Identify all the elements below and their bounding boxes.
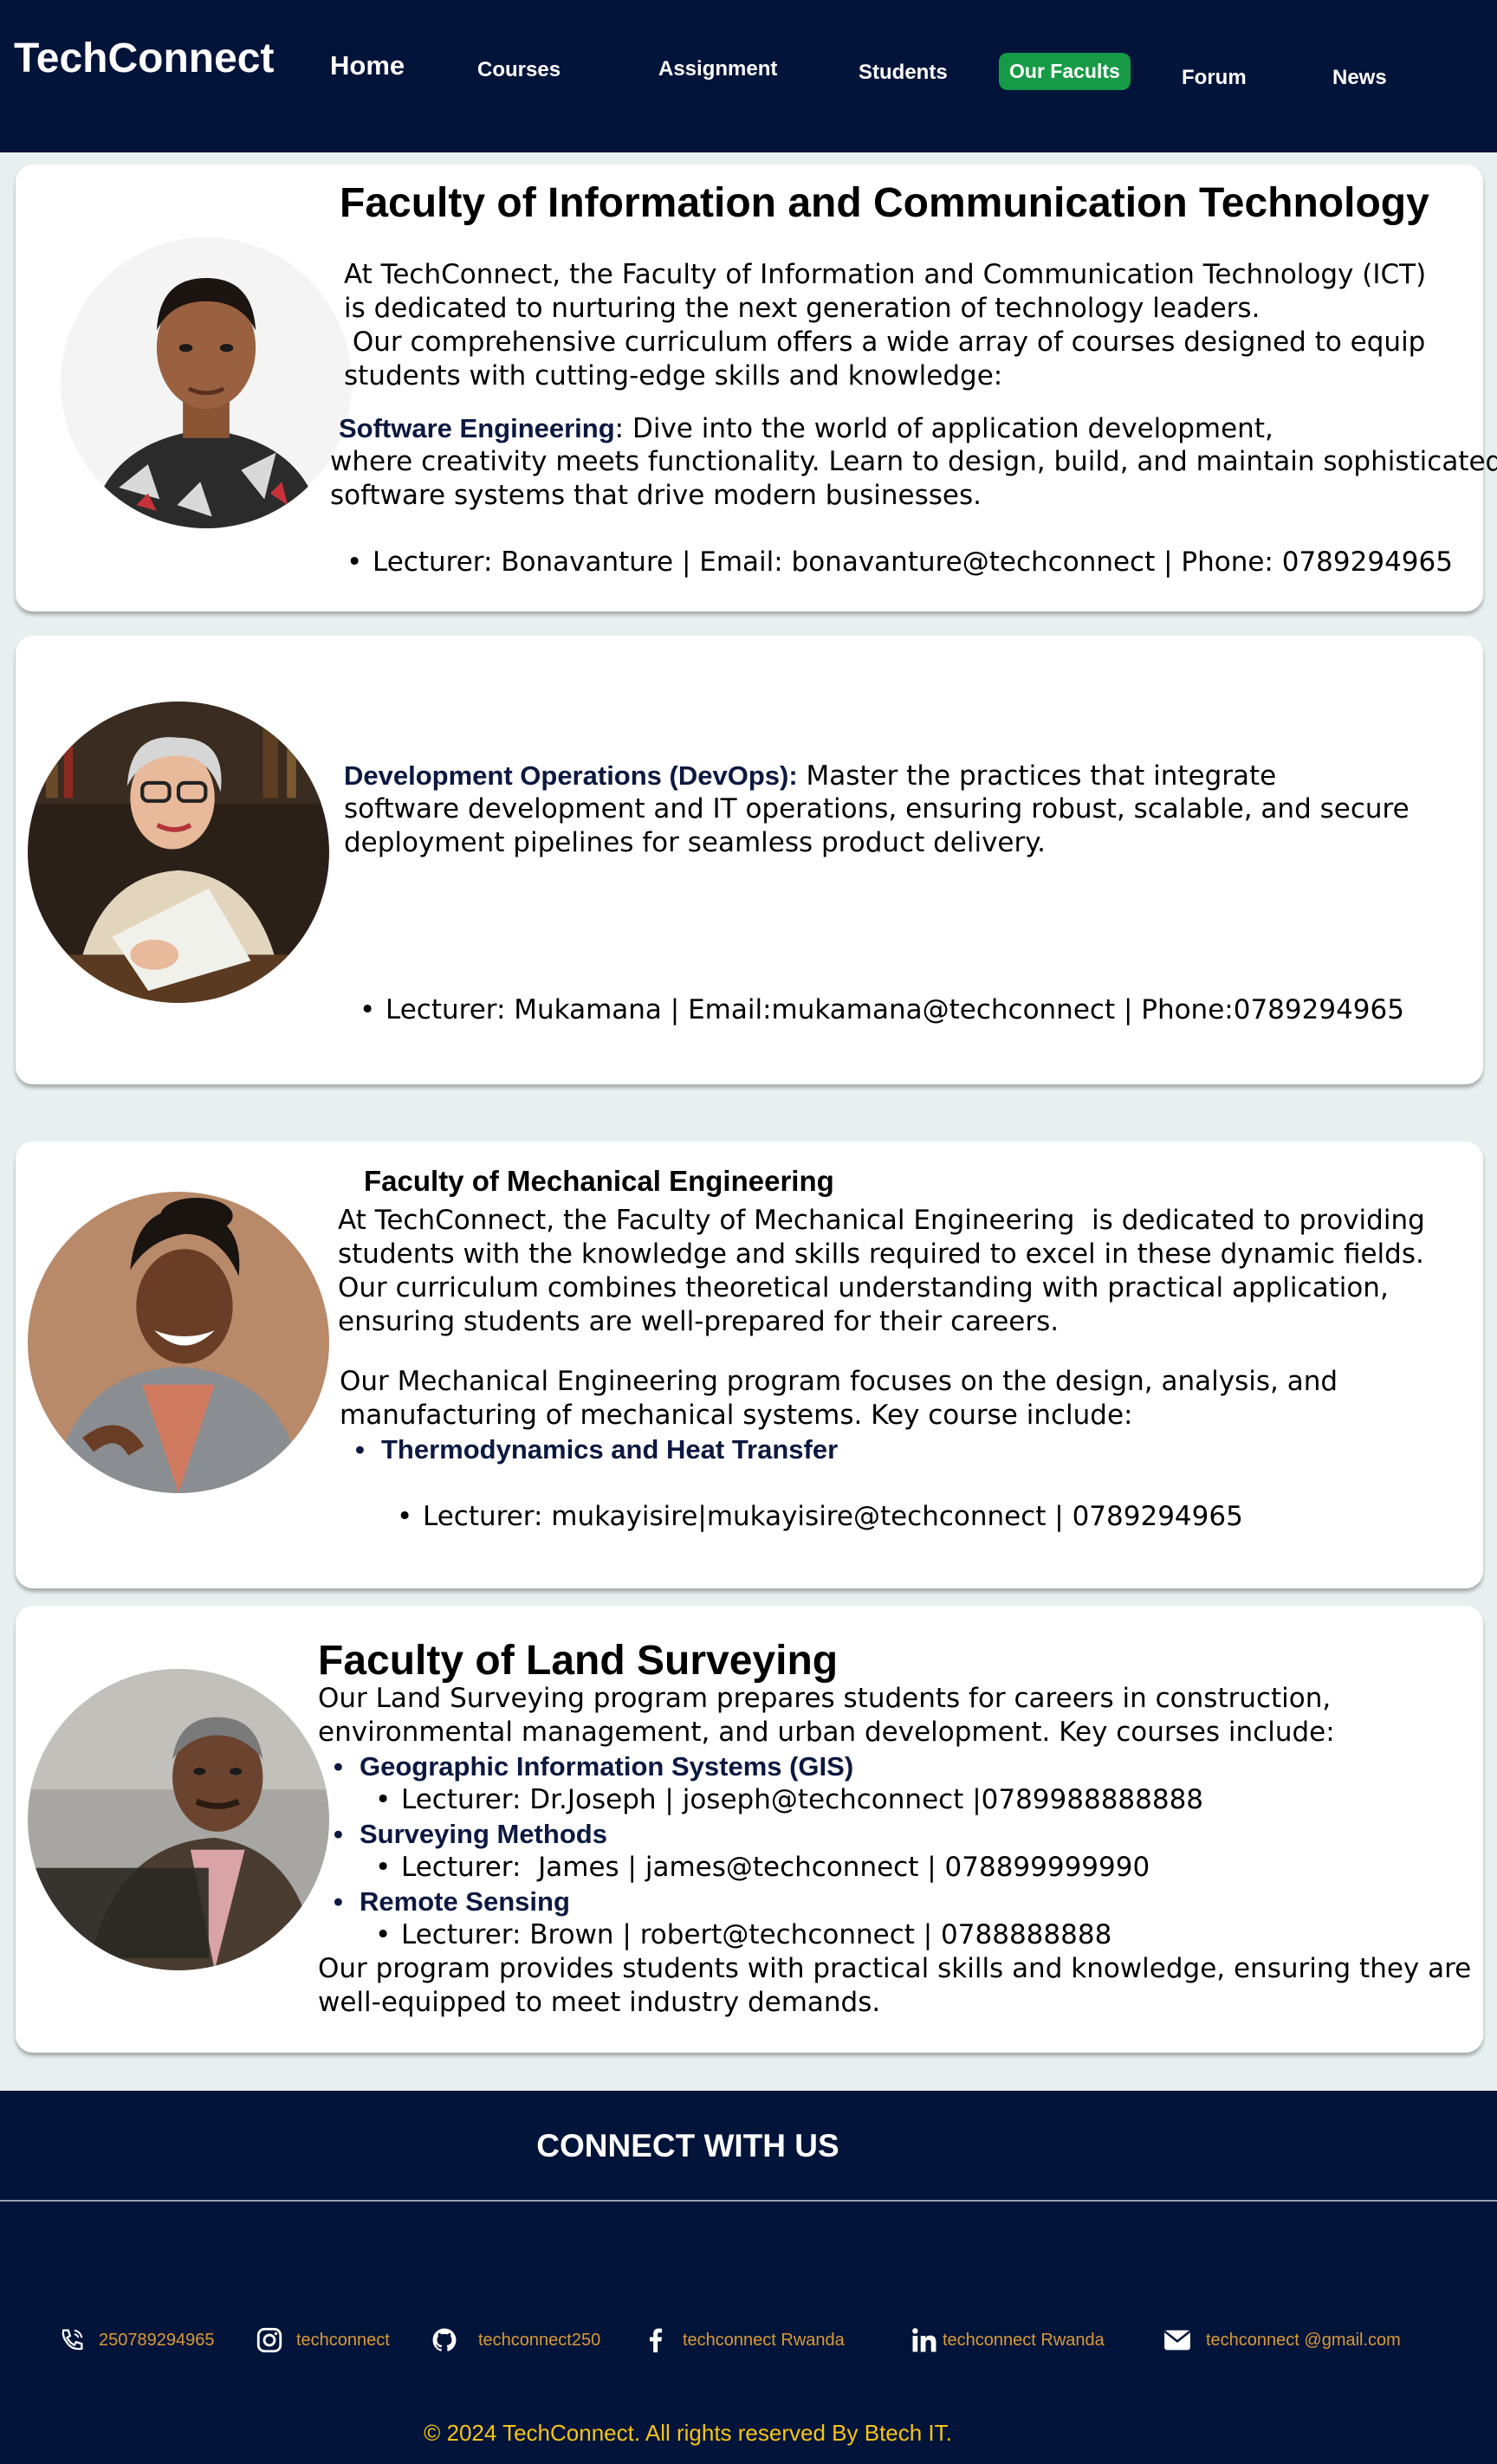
lecturer-info-bonavanture: Lecturer: Bonavanture | Email: bonavantu… [347, 546, 1453, 579]
course-name-software-engineering: Software Engineering [339, 413, 615, 443]
footer-divider [0, 2200, 1497, 2202]
faculty-card-devops: Development Operations (DevOps): Master … [16, 636, 1483, 1084]
course-name-remote-sensing: Remote Sensing [334, 1885, 570, 1918]
footer-instagram-text: techconnect [296, 2330, 390, 2350]
nav-link-assignment[interactable]: Assignment [658, 57, 777, 81]
footer-facebook-link[interactable]: techconnect Rwanda [641, 2325, 845, 2356]
ict-course-line-1: Software Engineering: Dive into the worl… [339, 411, 1273, 446]
footer-title: CONNECT WITH US [536, 2128, 839, 2163]
ict-intro-line-4: students with cutting-edge skills and kn… [344, 360, 1003, 391]
footer-phone-text: 250789294965 [99, 2330, 215, 2350]
lecturer-photo-mukamana [28, 702, 329, 1003]
faculty-card-mechanical: Faculty of Mechanical Engineering At Tec… [16, 1141, 1483, 1588]
nav-link-news[interactable]: News [1332, 66, 1387, 90]
portrait-illustration [28, 702, 329, 1003]
faculty-card-ict: Faculty of Information and Communication… [16, 165, 1497, 611]
instagram-icon [256, 2327, 282, 2353]
devops-course-line-1: Development Operations (DevOps): Master … [344, 759, 1276, 793]
course-name-thermodynamics: Thermodynamics and Heat Transfer [355, 1432, 838, 1466]
portrait-illustration [28, 1192, 329, 1493]
footer-facebook-text: techconnect Rwanda [683, 2330, 845, 2350]
ict-course-line-2: where creativity meets functionality. Le… [330, 446, 1497, 477]
course-name-surveying-methods: Surveying Methods [334, 1817, 607, 1851]
portrait-illustration [61, 237, 352, 528]
nav-link-home[interactable]: Home [330, 50, 405, 81]
land-intro-line-2: environmental management, and urban deve… [318, 1717, 1335, 1748]
phone-icon [62, 2329, 83, 2351]
site-footer: CONNECT WITH US 250789294965 techconnect… [0, 2091, 1497, 2464]
footer-phone-link[interactable]: 250789294965 [57, 2325, 214, 2356]
brand-logo[interactable]: TechConnect [14, 35, 274, 82]
mech-program-line-2: manufacturing of mechanical systems. Key… [340, 1400, 1133, 1431]
footer-email-link[interactable]: techconnect @gmail.com [1159, 2325, 1401, 2356]
mech-intro-line-3: Our curriculum combines theoretical unde… [338, 1272, 1389, 1303]
envelope-icon [1164, 2330, 1190, 2351]
footer-email-text: techconnect @gmail.com [1206, 2330, 1401, 2350]
lecturer-photo-bonavanture [61, 237, 352, 528]
faculty-title-mechanical: Faculty of Mechanical Engineering [364, 1165, 834, 1197]
lecturer-info-james: Lecturer: James | james@techconnect | 07… [375, 1851, 1150, 1885]
land-intro-line-1: Our Land Surveying program prepares stud… [318, 1683, 1332, 1714]
ict-intro-line-2: is dedicated to nurturing the next gener… [344, 293, 1260, 324]
faculty-title-land-surveying: Faculty of Land Surveying [318, 1638, 839, 1684]
footer-github-link[interactable]: techconnect250 [430, 2325, 600, 2356]
linkedin-icon [912, 2328, 936, 2352]
course-description: Master the practices that integrate [797, 760, 1277, 792]
course-name-gis: Geographic Information Systems (GIS) [334, 1749, 853, 1783]
ict-intro-line-1: At TechConnect, the Faculty of Informati… [344, 259, 1427, 290]
faculty-title-ict: Faculty of Information and Communication… [340, 180, 1429, 226]
faculty-card-land-surveying: Faculty of Land Surveying Our Land Surve… [16, 1606, 1483, 2053]
land-outro-line-2: well-equipped to meet industry demands. [318, 1987, 881, 2018]
lecturer-photo-mukayisire [28, 1192, 329, 1493]
mech-intro-line-4: ensuring students are well-prepared for … [338, 1306, 1060, 1337]
nav-link-forum[interactable]: Forum [1182, 66, 1247, 90]
top-navbar: TechConnect Home Courses Assignment Stud… [0, 0, 1497, 152]
nav-link-students[interactable]: Students [859, 61, 948, 85]
ict-course-line-3: software systems that drive modern busin… [330, 480, 982, 511]
devops-course-line-3: deployment pipelines for seamless produc… [344, 827, 1047, 858]
facebook-icon [649, 2328, 663, 2353]
lecturer-photo-joseph [28, 1669, 329, 1970]
land-outro-line-1: Our program provides students with pract… [318, 1953, 1472, 1984]
nav-link-our-facults[interactable]: Our Facults [999, 53, 1131, 90]
course-name-devops: Development Operations (DevOps): [344, 760, 798, 791]
lecturer-info-mukayisire: Lecturer: mukayisire|mukayisire@techconn… [397, 1500, 1243, 1534]
footer-github-text: techconnect250 [478, 2330, 601, 2350]
lecturer-info-joseph: Lecturer: Dr.Joseph | joseph@techconnect… [375, 1783, 1203, 1817]
devops-course-line-2: software development and IT operations, … [344, 793, 1410, 825]
footer-linkedin-link[interactable]: techconnect Rwanda [910, 2325, 1105, 2356]
lecturer-info-mukamana: Lecturer: Mukamana | Email:mukamana@tech… [360, 993, 1404, 1027]
nav-link-courses[interactable]: Courses [477, 58, 561, 82]
github-icon [432, 2328, 457, 2351]
portrait-illustration [28, 1669, 329, 1970]
mech-intro-line-2: students with the knowledge and skills r… [338, 1238, 1424, 1270]
footer-linkedin-text: techconnect Rwanda [943, 2330, 1105, 2350]
mech-program-line-1: Our Mechanical Engineering program focus… [340, 1366, 1338, 1397]
course-description: : Dive into the world of application dev… [614, 413, 1273, 444]
footer-instagram-link[interactable]: techconnect [255, 2325, 390, 2356]
copyright-text: © 2024 TechConnect. All rights reserved … [424, 2420, 952, 2446]
mech-intro-line-1: At TechConnect, the Faculty of Mechanica… [338, 1205, 1425, 1236]
lecturer-info-brown: Lecturer: Brown | robert@techconnect | 0… [375, 1918, 1111, 1952]
ict-intro-line-3: Our comprehensive curriculum offers a wi… [344, 327, 1426, 358]
